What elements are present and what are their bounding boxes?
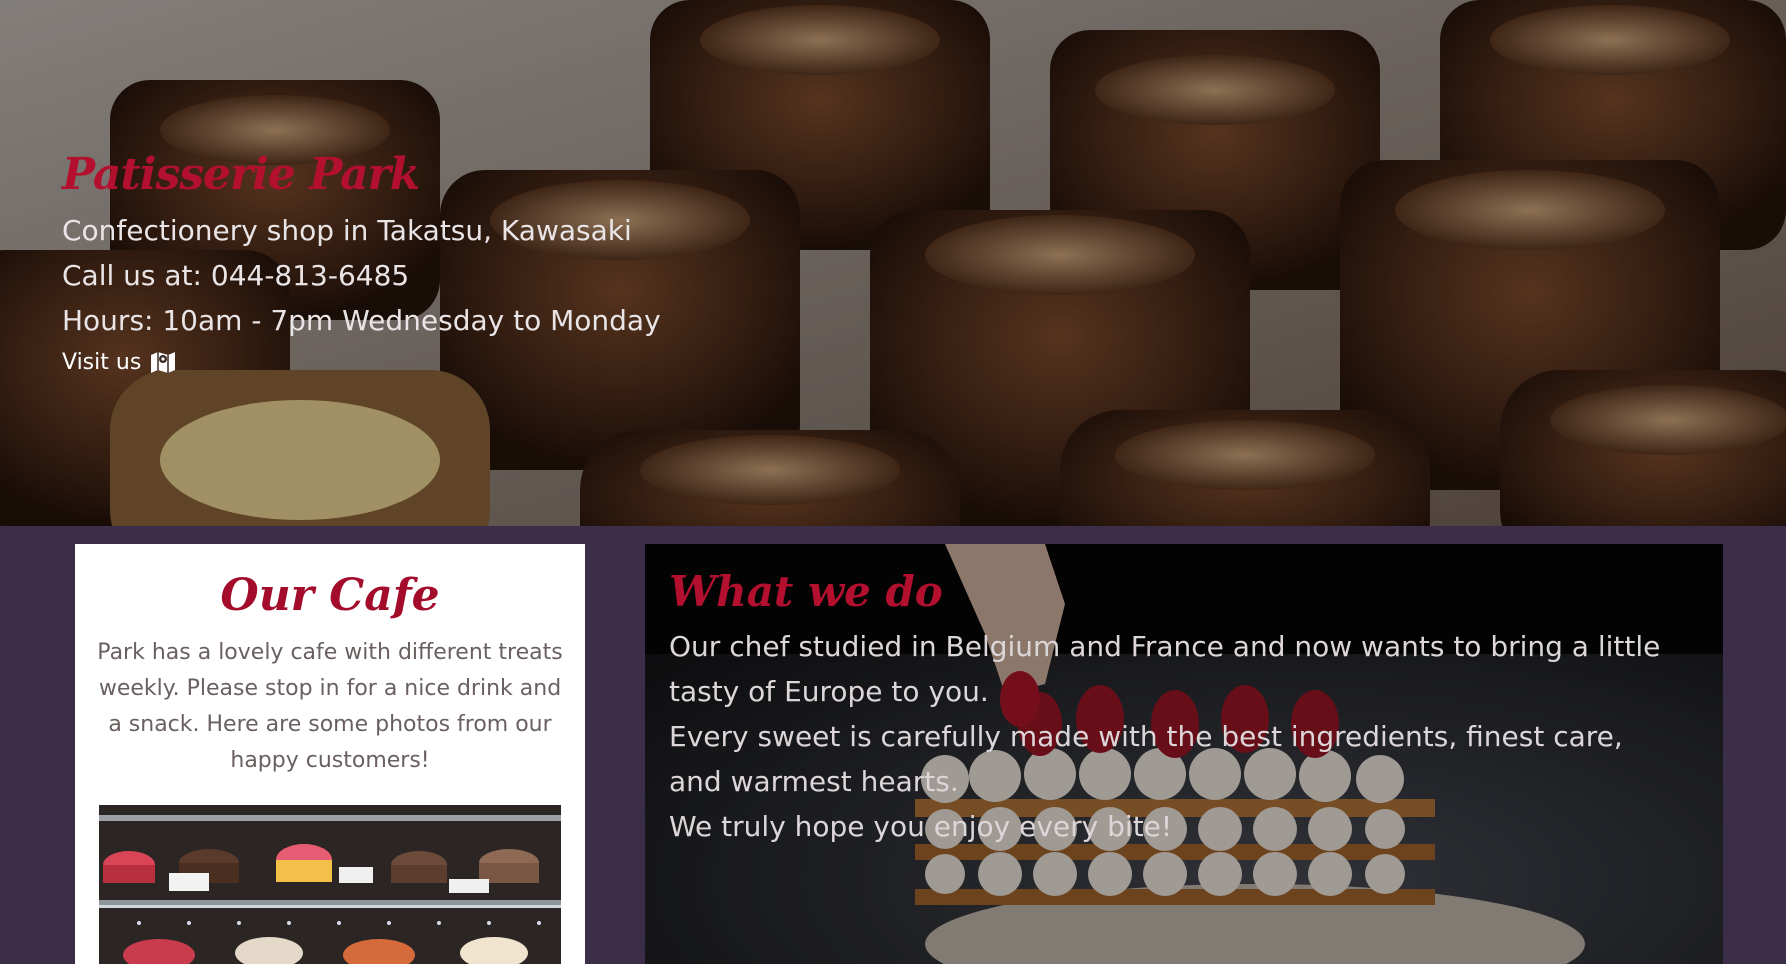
our-cafe-card: Our Cafe Park has a lovely cafe with dif… — [75, 544, 585, 964]
cafe-photo — [99, 805, 561, 964]
what-line-3: We truly hope you enjoy every bite! — [669, 810, 1173, 843]
visit-us-label: Visit us — [62, 349, 142, 375]
hours-line: Hours: 10am - 7pm Wednesday to Monday — [62, 304, 661, 337]
map-icon — [149, 349, 177, 375]
brand-title: Patisserie Park — [62, 149, 420, 200]
cafe-description: Park has a lovely cafe with different tr… — [97, 640, 563, 773]
tagline: Confectionery shop in Takatsu, Kawasaki — [62, 214, 632, 247]
what-line-2: Every sweet is carefully made with the b… — [669, 720, 1623, 798]
what-we-do-text: What we do Our chef studied in Belgium a… — [669, 564, 1683, 849]
what-we-do-panel: What we do Our chef studied in Belgium a… — [645, 544, 1723, 964]
cafe-title: Our Cafe — [220, 570, 440, 621]
hero-banner: Patisserie Park Confectionery shop in Ta… — [0, 0, 1786, 526]
what-title: What we do — [669, 567, 943, 616]
hero-info: Patisserie Park Confectionery shop in Ta… — [62, 150, 661, 375]
phone-line: Call us at: 044-813-6485 — [62, 259, 410, 292]
what-line-1: Our chef studied in Belgium and France a… — [669, 630, 1661, 708]
visit-us-link[interactable]: Visit us — [62, 349, 177, 375]
